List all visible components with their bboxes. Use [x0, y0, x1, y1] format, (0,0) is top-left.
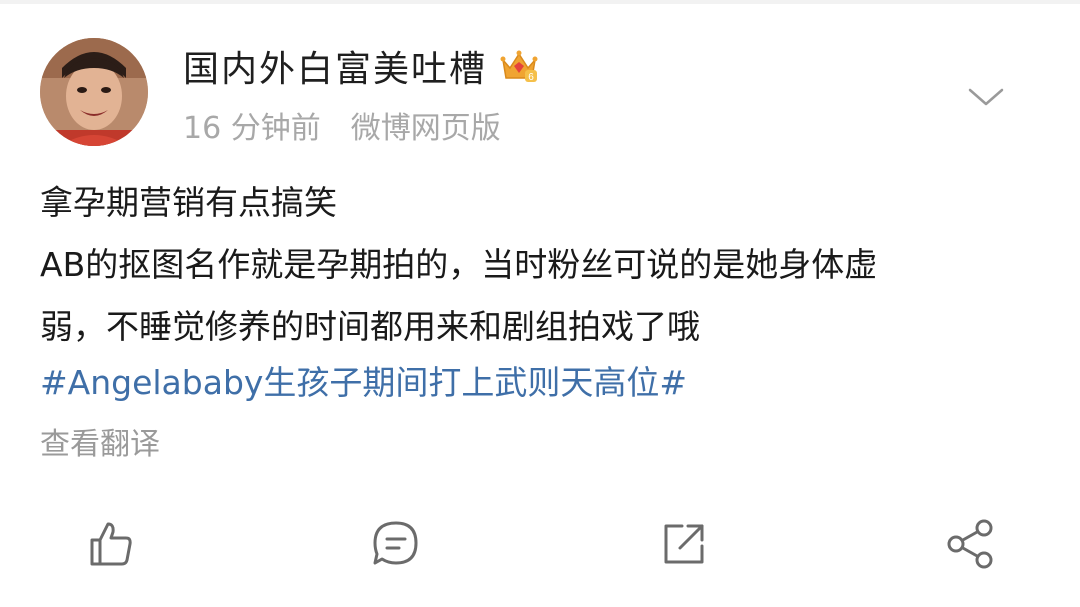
comment-button[interactable]	[364, 512, 428, 576]
post-source: 微博网页版	[350, 111, 501, 146]
post-time: 16 分钟前	[183, 111, 321, 146]
translate-link[interactable]: 查看翻译	[40, 419, 160, 471]
avatar[interactable]	[40, 38, 148, 146]
chevron-down-icon	[968, 88, 1004, 106]
share-button[interactable]	[938, 512, 1002, 576]
top-divider	[0, 0, 1080, 4]
comment-icon	[373, 521, 418, 565]
post-content: 拿孕期营销有点搞笑 AB的抠图名作就是孕期拍的，当时粉丝可说的是她身体虚 弱，不…	[40, 172, 1040, 358]
username-row: 国内外白富美吐槽 6	[183, 40, 539, 92]
post-meta: 16 分钟前 微博网页版	[183, 103, 501, 147]
share-icon	[947, 519, 993, 569]
hashtag-link[interactable]: #Angelababy生孩子期间打上武则天高位#	[40, 352, 687, 414]
username[interactable]: 国内外白富美吐槽	[183, 40, 487, 92]
badge-level: 6	[528, 72, 534, 83]
crown-badge-icon[interactable]: 6	[499, 46, 539, 86]
post-line: AB的抠图名作就是孕期拍的，当时粉丝可说的是她身体虚	[40, 245, 878, 284]
repost-button[interactable]	[652, 512, 716, 576]
thumbs-up-icon	[90, 522, 132, 566]
more-chevron-button[interactable]	[966, 82, 1006, 112]
like-button[interactable]	[78, 512, 142, 576]
post-line: 拿孕期营销有点搞笑	[40, 183, 337, 222]
repost-icon	[664, 524, 704, 564]
avatar-image	[40, 38, 148, 146]
post-line: 弱，不睡觉修养的时间都用来和剧组拍戏了哦	[40, 307, 700, 346]
